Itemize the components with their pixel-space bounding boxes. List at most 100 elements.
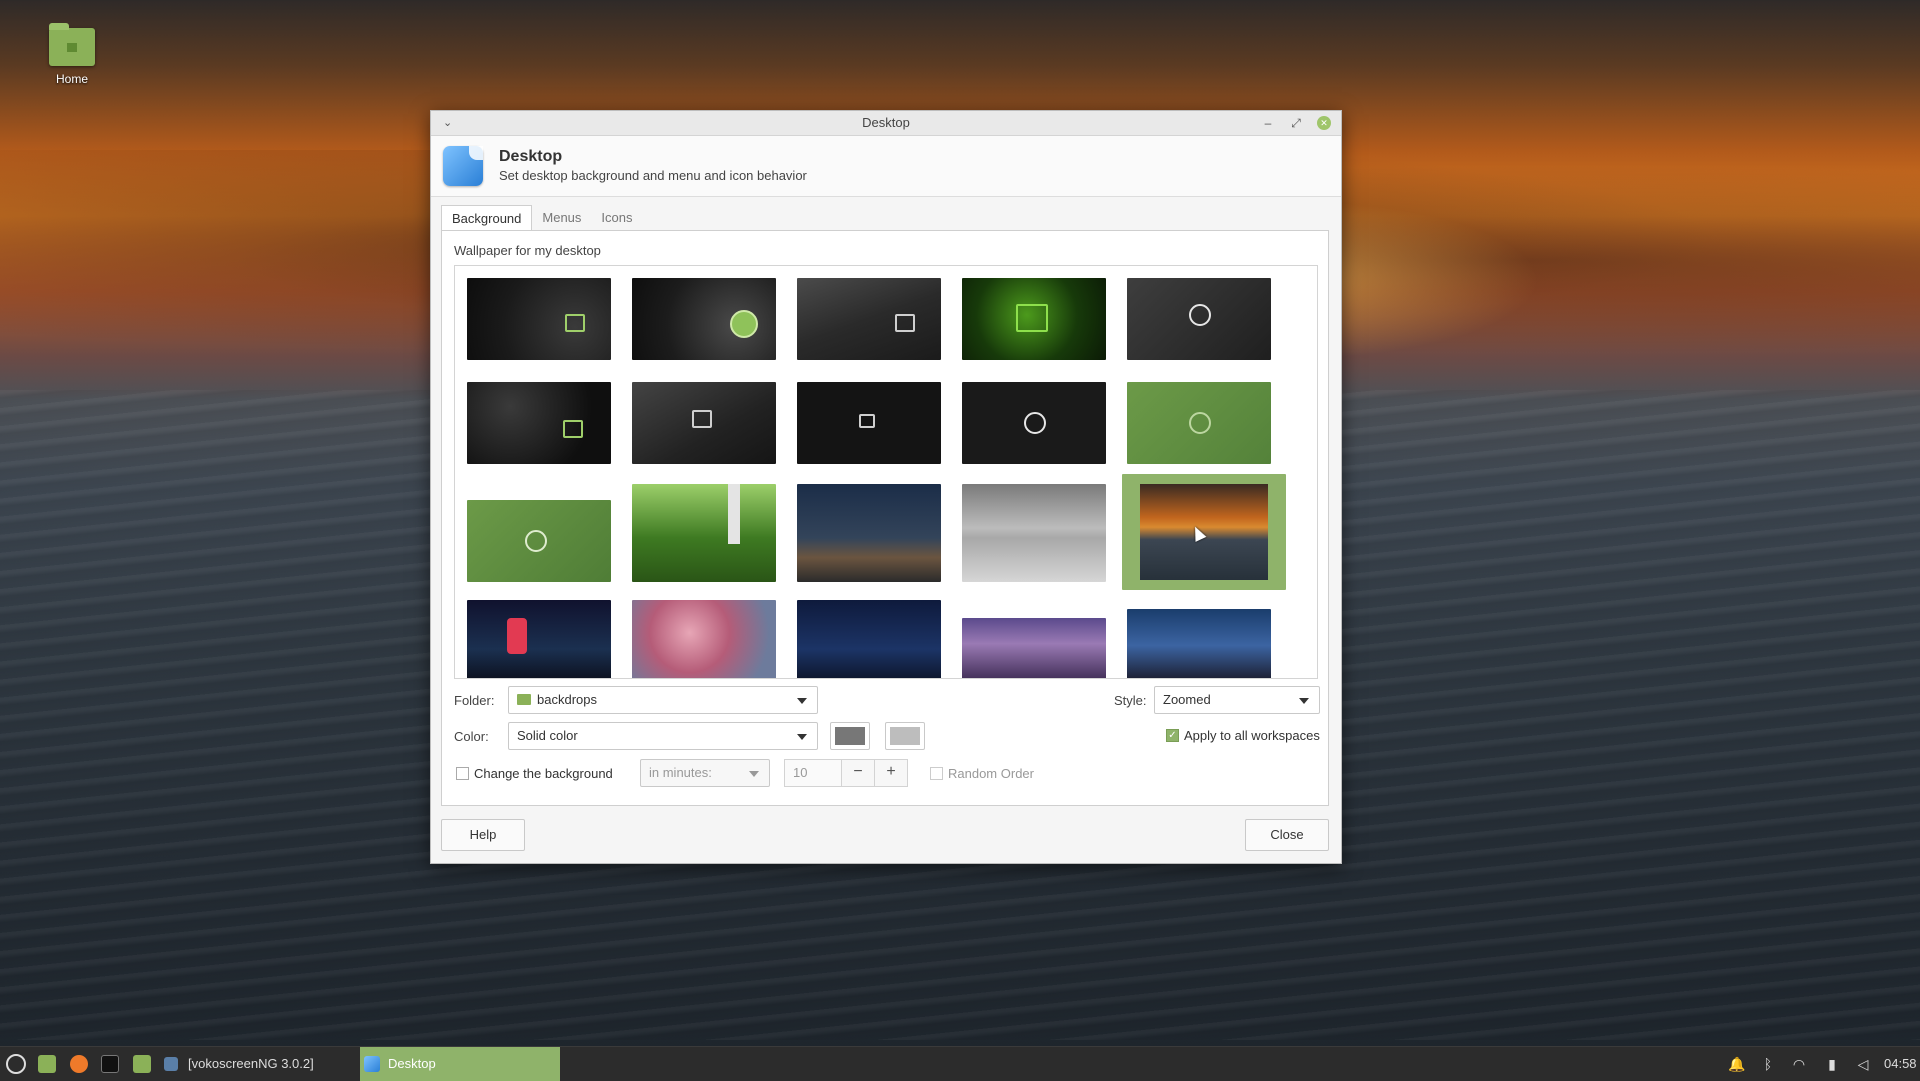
wallpaper-thumb[interactable] bbox=[962, 618, 1106, 678]
tab-background[interactable]: Background bbox=[441, 205, 533, 232]
desktop-app-small-icon bbox=[364, 1056, 380, 1072]
interval-unit-value: in minutes: bbox=[649, 765, 712, 780]
folder-combo[interactable]: backdrops bbox=[508, 686, 818, 714]
primary-color-button[interactable] bbox=[830, 722, 870, 750]
change-background-checkbox[interactable] bbox=[456, 767, 469, 780]
firefox-icon[interactable] bbox=[70, 1055, 88, 1073]
wallpaper-thumb[interactable] bbox=[962, 484, 1106, 582]
close-button[interactable]: Close bbox=[1245, 819, 1329, 851]
desktop-app-icon bbox=[443, 146, 483, 186]
wallpaper-thumb[interactable] bbox=[467, 600, 611, 678]
close-icon[interactable]: ✕ bbox=[1317, 116, 1331, 130]
help-button[interactable]: Help bbox=[441, 819, 525, 851]
home-folder-icon bbox=[49, 23, 95, 66]
window-menu-chevron-icon[interactable]: ⌄ bbox=[443, 111, 452, 135]
wallpaper-thumb[interactable] bbox=[467, 278, 611, 360]
header-title: Desktop bbox=[499, 148, 563, 165]
wallpaper-thumb[interactable] bbox=[1127, 609, 1271, 678]
mint-logo-icon bbox=[1016, 304, 1048, 332]
wifi-icon[interactable]: ◠ bbox=[1791, 1056, 1807, 1072]
mint-logo-icon bbox=[895, 314, 915, 332]
vokoscreen-icon bbox=[164, 1057, 178, 1071]
wallpaper-thumb[interactable] bbox=[797, 600, 941, 678]
folder-label: Folder: bbox=[454, 693, 495, 708]
taskbar-item-desktop-label: Desktop bbox=[388, 1056, 436, 1071]
chevron-down-icon bbox=[797, 698, 807, 704]
wallpaper-thumb[interactable] bbox=[1127, 278, 1271, 360]
desktop-icon-home-label: Home bbox=[55, 72, 88, 86]
mint-logo-icon bbox=[859, 414, 875, 428]
wallpaper-thumb[interactable] bbox=[797, 382, 941, 464]
taskbar-item-desktop[interactable]: Desktop bbox=[360, 1047, 560, 1081]
tab-bar: Background Menus Icons bbox=[441, 205, 643, 232]
desktop-icon-home[interactable]: Home bbox=[42, 23, 102, 86]
wallpaper-thumb[interactable] bbox=[467, 500, 611, 582]
wallpaper-thumb[interactable] bbox=[467, 382, 611, 464]
bluetooth-icon[interactable]: ᛒ bbox=[1760, 1056, 1776, 1072]
taskbar-item-vokoscreen[interactable]: [vokoscreenNG 3.0.2] bbox=[188, 1047, 314, 1081]
decrement-button[interactable]: − bbox=[841, 759, 875, 787]
chevron-down-icon bbox=[797, 734, 807, 740]
secondary-color-button[interactable] bbox=[885, 722, 925, 750]
primary-color-swatch bbox=[835, 727, 865, 745]
mint-logo-icon bbox=[1024, 412, 1046, 434]
style-label: Style: bbox=[1114, 693, 1147, 708]
clock[interactable]: 04:58 bbox=[1884, 1047, 1917, 1081]
files-icon[interactable] bbox=[133, 1055, 151, 1073]
mint-logo-icon bbox=[692, 410, 712, 428]
mint-logo-icon bbox=[730, 310, 758, 338]
mint-logo-icon bbox=[1189, 304, 1211, 326]
minimize-icon[interactable]: – bbox=[1261, 111, 1275, 135]
interval-input[interactable]: 10 bbox=[784, 759, 842, 787]
tab-icons[interactable]: Icons bbox=[591, 205, 642, 231]
increment-button[interactable]: + bbox=[874, 759, 908, 787]
color-mode-combo[interactable]: Solid color bbox=[508, 722, 818, 750]
wallpaper-thumb[interactable] bbox=[632, 278, 776, 360]
wallpaper-thumb[interactable] bbox=[797, 278, 941, 360]
wallpaper-grid[interactable] bbox=[454, 265, 1318, 679]
volume-icon[interactable]: ◁ bbox=[1855, 1056, 1871, 1072]
wallpaper-thumb[interactable] bbox=[632, 484, 776, 582]
interval-unit-combo[interactable]: in minutes: bbox=[640, 759, 770, 787]
taskbar: [vokoscreenNG 3.0.2] Desktop 🔔 ᛒ ◠ ▮ ◁ 0… bbox=[0, 1046, 1920, 1081]
notifications-icon[interactable]: 🔔 bbox=[1728, 1056, 1745, 1072]
window-titlebar[interactable]: ⌄ Desktop – ⤢ ✕ bbox=[431, 111, 1341, 136]
change-background-label: Change the background bbox=[474, 766, 613, 781]
post-shape bbox=[728, 484, 740, 544]
wallpaper-thumb[interactable] bbox=[797, 484, 941, 582]
show-desktop-icon[interactable] bbox=[38, 1055, 56, 1073]
chevron-down-icon bbox=[1299, 698, 1309, 704]
wallpaper-thumb[interactable] bbox=[962, 382, 1106, 464]
mint-menu-icon[interactable] bbox=[6, 1054, 26, 1074]
folder-icon bbox=[517, 694, 531, 705]
folder-value: backdrops bbox=[537, 692, 597, 707]
wallpaper-label: Wallpaper for my desktop bbox=[454, 243, 601, 258]
window-header: Desktop Set desktop background and menu … bbox=[431, 136, 1341, 197]
battery-icon[interactable]: ▮ bbox=[1824, 1056, 1840, 1072]
random-order-checkbox[interactable] bbox=[930, 767, 943, 780]
tab-menus[interactable]: Menus bbox=[532, 205, 591, 231]
wallpaper-thumb[interactable] bbox=[632, 600, 776, 678]
random-order-label: Random Order bbox=[948, 766, 1034, 781]
mint-logo-icon bbox=[1189, 412, 1211, 434]
chevron-down-icon bbox=[749, 771, 759, 777]
mint-logo-icon bbox=[525, 530, 547, 552]
wallpaper-thumb[interactable] bbox=[962, 278, 1106, 360]
desktop-settings-window: ⌄ Desktop – ⤢ ✕ Desktop Set desktop back… bbox=[430, 110, 1342, 864]
window-title: Desktop bbox=[862, 115, 910, 130]
color-mode-value: Solid color bbox=[517, 728, 578, 743]
maximize-icon[interactable]: ⤢ bbox=[1289, 111, 1303, 135]
apply-all-checkbox[interactable]: ✓ bbox=[1166, 729, 1179, 742]
mint-logo-icon bbox=[565, 314, 585, 332]
header-subtitle: Set desktop background and menu and icon… bbox=[499, 168, 807, 183]
secondary-color-swatch bbox=[890, 727, 920, 745]
style-combo[interactable]: Zoomed bbox=[1154, 686, 1320, 714]
mint-logo-icon bbox=[563, 420, 583, 438]
style-value: Zoomed bbox=[1163, 692, 1211, 707]
background-panel: Wallpaper for my desktop Folder: backdro… bbox=[441, 230, 1329, 806]
wallpaper-thumb[interactable] bbox=[1127, 382, 1271, 464]
terminal-icon[interactable] bbox=[101, 1055, 119, 1073]
apply-all-label: Apply to all workspaces bbox=[1184, 728, 1320, 743]
color-label: Color: bbox=[454, 729, 489, 744]
wallpaper-thumb[interactable] bbox=[632, 382, 776, 464]
